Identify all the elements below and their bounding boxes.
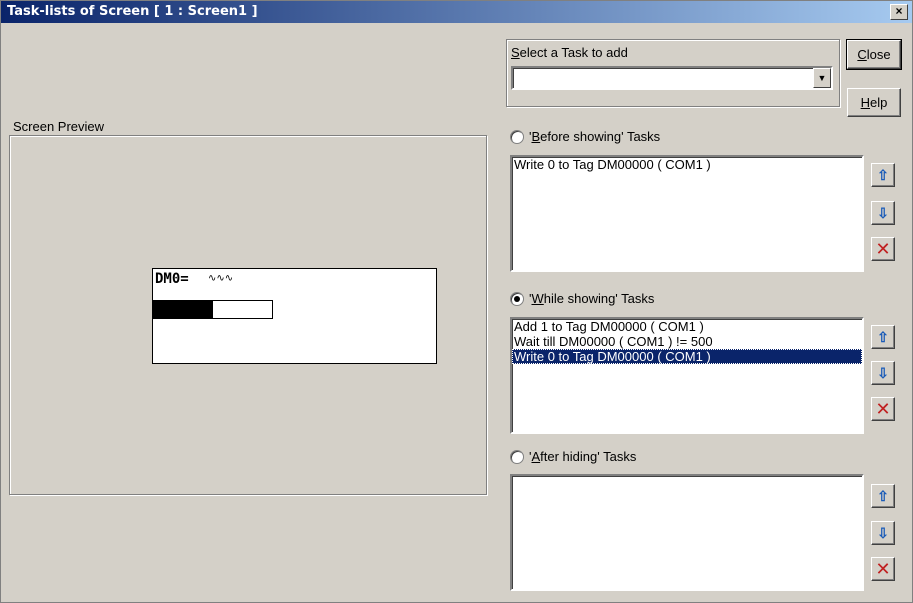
before-showing-radio[interactable] — [510, 130, 524, 144]
move-down-icon[interactable]: ⇩ — [871, 201, 895, 225]
after-hiding-radio[interactable] — [510, 450, 524, 464]
after-hiding-list[interactable] — [510, 474, 864, 591]
lcd-label: DM0= — [155, 271, 189, 287]
move-up-icon[interactable]: ⇧ — [871, 484, 895, 508]
move-down-icon[interactable]: ⇩ — [871, 361, 895, 385]
delete-icon[interactable]: ✕ — [871, 557, 895, 581]
after-hiding-label: 'After hiding' Tasks — [529, 449, 637, 464]
chevron-down-icon[interactable]: ▼ — [813, 68, 831, 88]
move-up-icon[interactable]: ⇧ — [871, 163, 895, 187]
list-item[interactable]: Write 0 to Tag DM00000 ( COM1 ) — [512, 157, 862, 172]
while-showing-list[interactable]: Add 1 to Tag DM00000 ( COM1 ) Wait till D… — [510, 317, 864, 434]
before-showing-label: 'Before showing' Tasks — [529, 129, 661, 144]
help-button[interactable]: Help — [847, 88, 901, 117]
lcd-progress-bar — [153, 300, 273, 319]
delete-icon[interactable]: ✕ — [871, 237, 895, 261]
list-item[interactable]: Wait till DM00000 ( COM1 ) != 500 — [512, 334, 862, 349]
screen-preview-label: Screen Preview — [13, 119, 105, 134]
task-lists-dialog: Task-lists of Screen [ 1 : Screen1 ] × S… — [0, 0, 913, 603]
before-showing-list[interactable]: Write 0 to Tag DM00000 ( COM1 ) — [510, 155, 864, 272]
task-select-dropdown[interactable]: ▼ — [511, 66, 833, 90]
close-button[interactable]: Close — [846, 39, 902, 70]
list-item[interactable]: Add 1 to Tag DM00000 ( COM1 ) — [512, 319, 862, 334]
close-window-icon[interactable]: × — [890, 4, 908, 20]
move-down-icon[interactable]: ⇩ — [871, 521, 895, 545]
while-showing-radio[interactable] — [510, 292, 524, 306]
lcd-value: ∿∿∿ — [208, 273, 234, 284]
list-item[interactable]: Write 0 to Tag DM00000 ( COM1 ) — [512, 349, 862, 364]
delete-icon[interactable]: ✕ — [871, 397, 895, 421]
screen-preview-canvas: DM0= ∿∿∿ — [152, 268, 437, 364]
while-showing-label: 'While showing' Tasks — [529, 291, 655, 306]
move-up-icon[interactable]: ⇧ — [871, 325, 895, 349]
title-bar: Task-lists of Screen [ 1 : Screen1 ] × — [1, 1, 912, 23]
window-title: Task-lists of Screen [ 1 : Screen1 ] — [7, 4, 258, 19]
lcd-progress-fill — [154, 301, 213, 318]
